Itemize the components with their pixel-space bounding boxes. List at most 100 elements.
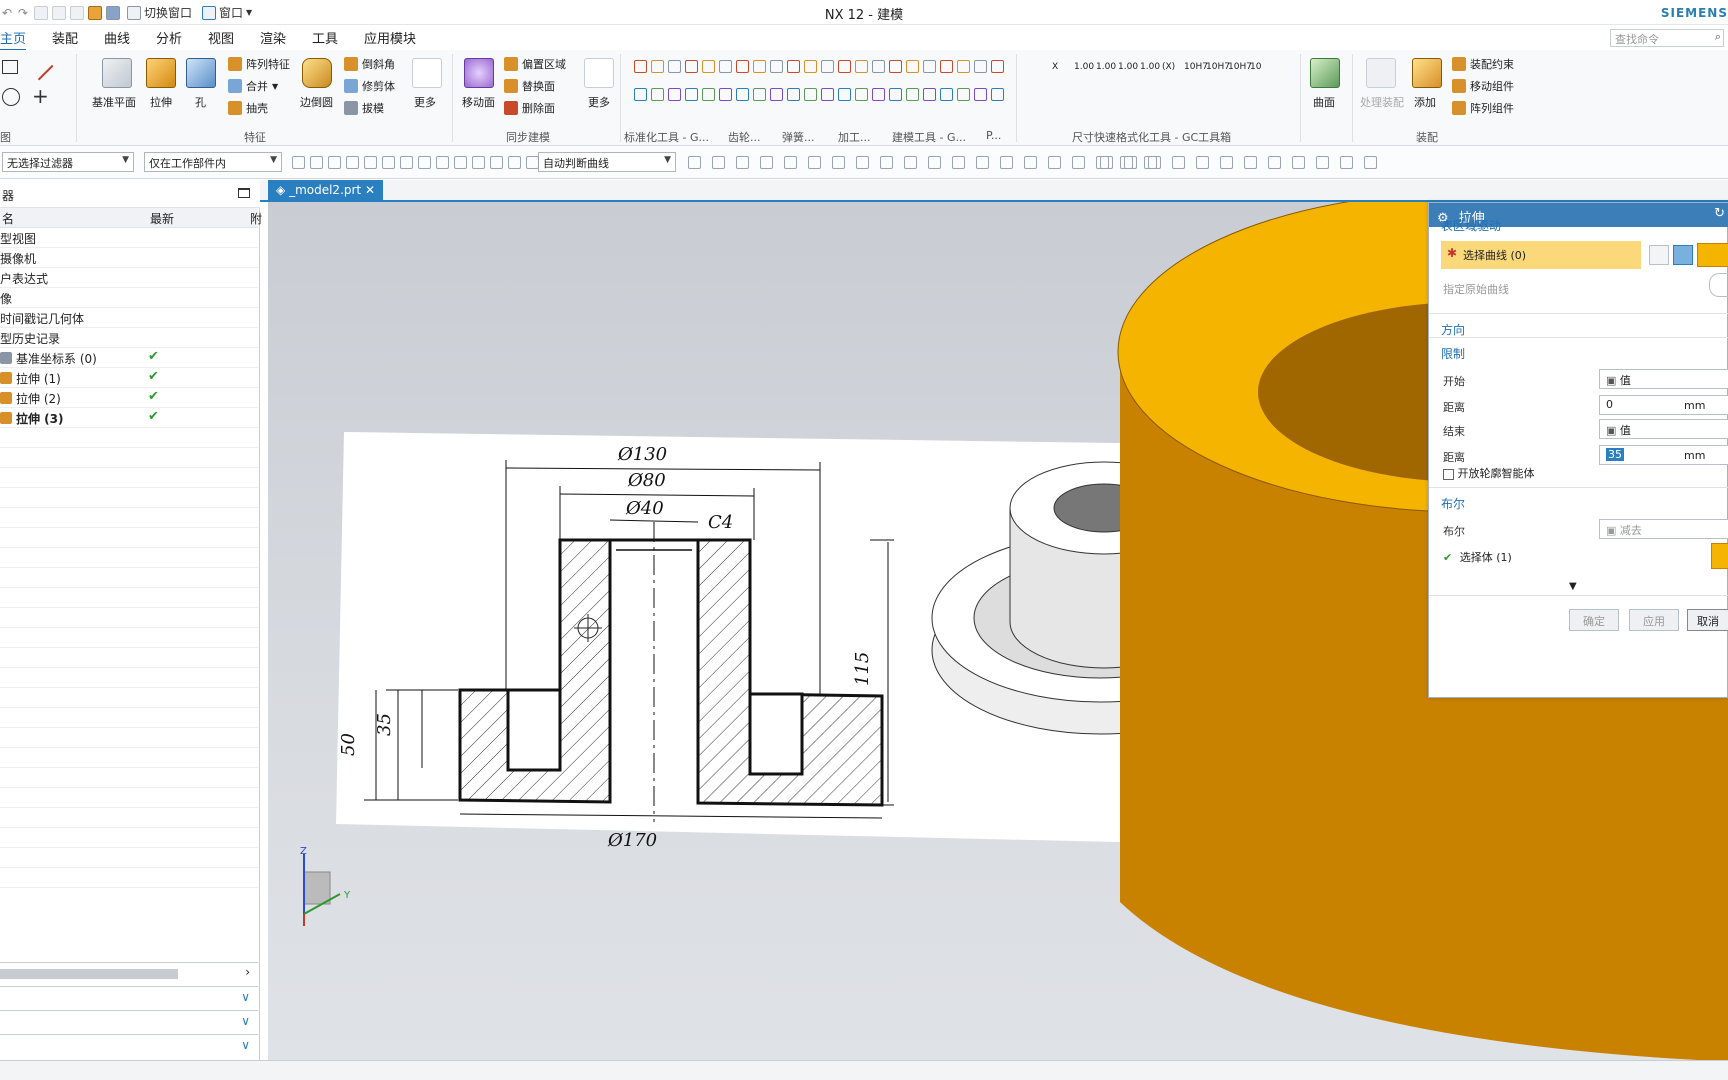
gc-tool-icon[interactable] xyxy=(889,60,902,73)
view-tool-icon[interactable] xyxy=(1220,156,1233,169)
boolean-select[interactable]: ▣ 减去 xyxy=(1599,519,1728,539)
draft-button[interactable]: 拔模 xyxy=(344,100,384,116)
datum-plane-button[interactable]: 基准平面 xyxy=(92,94,136,110)
gc-tool-icon[interactable] xyxy=(855,60,868,73)
snap-tool-icon[interactable] xyxy=(346,156,359,169)
snap-point-icon[interactable] xyxy=(1072,156,1085,169)
group-label-spring[interactable]: 弹簧... xyxy=(782,129,815,145)
curve-select-icon[interactable] xyxy=(1673,245,1693,265)
section-options-icon[interactable] xyxy=(1697,243,1728,267)
gc-tool-icon[interactable] xyxy=(651,60,664,73)
navigator-row[interactable]: 拉伸 (3) ✔ xyxy=(0,408,258,428)
move-face-icon[interactable] xyxy=(464,58,494,88)
start-option-select[interactable]: ▣ 值 xyxy=(1599,369,1728,389)
snap-point-icon[interactable] xyxy=(1024,156,1037,169)
gc-tool-icon[interactable] xyxy=(821,88,834,101)
dimension-format-button[interactable]: 10H7 xyxy=(1206,62,1230,72)
snap-point-icon[interactable] xyxy=(688,156,701,169)
offset-region-button[interactable]: 偏置区域 xyxy=(504,56,566,72)
snap-tool-icon[interactable] xyxy=(526,156,539,169)
gc-tool-icon[interactable] xyxy=(940,60,953,73)
section-drive-label[interactable]: 表区域驱动 xyxy=(1441,217,1501,234)
extrude-button[interactable]: 拉伸 xyxy=(150,94,172,110)
chevron-right-icon[interactable]: › xyxy=(245,965,250,979)
direction-section-label[interactable]: 方向 xyxy=(1441,321,1465,338)
add-component-button[interactable]: 添加 xyxy=(1414,94,1436,110)
add-component-icon[interactable] xyxy=(1412,58,1442,88)
shell-button[interactable]: 抽壳 xyxy=(228,100,268,116)
reset-icon[interactable]: ↻ xyxy=(1714,206,1725,221)
column-extra[interactable]: 附 xyxy=(250,210,262,227)
column-name[interactable]: 名 xyxy=(2,210,14,227)
snap-point-icon[interactable] xyxy=(1048,156,1061,169)
gc-tool-icon[interactable] xyxy=(804,60,817,73)
tab-render[interactable]: 渲染 xyxy=(260,28,286,47)
gc-tool-icon[interactable] xyxy=(923,88,936,101)
snap-tool-icon[interactable] xyxy=(472,156,485,169)
gc-tool-icon[interactable] xyxy=(889,88,902,101)
gc-tool-icon[interactable] xyxy=(923,60,936,73)
snap-tool-icon[interactable] xyxy=(328,156,341,169)
gc-tool-icon[interactable] xyxy=(753,88,766,101)
point-icon[interactable]: + xyxy=(32,84,49,108)
snap-point-icon[interactable] xyxy=(832,156,845,169)
gc-tool-icon[interactable] xyxy=(906,88,919,101)
select-body-icon[interactable] xyxy=(1711,543,1728,569)
snap-tool-icon[interactable] xyxy=(436,156,449,169)
curve-rule-select[interactable]: 自动判断曲线 ▼ xyxy=(538,152,676,172)
apply-button[interactable]: 应用 xyxy=(1629,609,1679,631)
group-label-modeling-tools[interactable]: 建模工具 - G... xyxy=(892,129,966,145)
close-icon[interactable]: ✕ xyxy=(365,183,375,197)
dimension-format-button[interactable]: (X) xyxy=(1162,62,1175,72)
move-component-button[interactable]: 移动组件 xyxy=(1452,78,1514,94)
group-label-dimension-tools[interactable]: 尺寸快速格式化工具 - GC工具箱 xyxy=(1072,129,1231,145)
tab-analysis[interactable]: 分析 xyxy=(156,28,182,47)
end-distance-input[interactable]: 35 mm xyxy=(1599,445,1728,465)
gc-tool-icon[interactable] xyxy=(838,60,851,73)
gc-tool-icon[interactable] xyxy=(974,60,987,73)
select-body-row[interactable]: ✔ 选择体 (1) xyxy=(1443,549,1512,565)
more-options-chevron-icon[interactable]: ▼ xyxy=(1569,581,1577,592)
view-tool-icon[interactable] xyxy=(1340,156,1353,169)
surface-button[interactable]: 曲面 xyxy=(1313,94,1335,110)
gc-tool-icon[interactable] xyxy=(957,60,970,73)
snap-tool-icon[interactable] xyxy=(292,156,305,169)
gc-tool-icon[interactable] xyxy=(719,88,732,101)
dimension-format-button[interactable]: X xyxy=(1052,62,1058,72)
snap-point-icon[interactable] xyxy=(760,156,773,169)
snap-tool-icon[interactable] xyxy=(400,156,413,169)
view-tool-icon[interactable] xyxy=(1196,156,1209,169)
gc-tool-icon[interactable] xyxy=(906,60,919,73)
group-label-machining[interactable]: 加工... xyxy=(838,129,871,145)
gc-tool-icon[interactable] xyxy=(991,88,1004,101)
ok-button[interactable]: 确定 xyxy=(1569,609,1619,631)
gc-tool-icon[interactable] xyxy=(838,88,851,101)
dimension-format-button[interactable]: 1.00 xyxy=(1140,62,1160,72)
tab-tools[interactable]: 工具 xyxy=(312,28,338,47)
gc-tool-icon[interactable] xyxy=(872,60,885,73)
selection-scope-select[interactable]: 仅在工作部件内 ▼ xyxy=(144,152,282,172)
edge-blend-icon[interactable] xyxy=(302,58,332,88)
pattern-component-button[interactable]: 阵列组件 xyxy=(1452,100,1514,116)
chamfer-button[interactable]: 倒斜角 xyxy=(344,56,395,72)
open-profile-checkbox[interactable] xyxy=(1443,468,1454,480)
chevron-down-icon[interactable]: ∨ xyxy=(241,1014,250,1028)
gc-tool-icon[interactable] xyxy=(651,88,664,101)
hole-icon[interactable] xyxy=(186,58,216,88)
dimension-format-button[interactable]: 1.00 xyxy=(1118,62,1138,72)
group-label-std-tools[interactable]: 标准化工具 - G... xyxy=(624,129,709,145)
gc-tool-icon[interactable] xyxy=(872,88,885,101)
snap-tool-icon[interactable] xyxy=(490,156,503,169)
snap-point-icon[interactable] xyxy=(880,156,893,169)
column-latest[interactable]: 最新 xyxy=(150,210,174,227)
navigator-row[interactable]: 型历史记录 xyxy=(0,328,258,348)
datum-plane-icon[interactable] xyxy=(102,58,132,88)
tab-assembly[interactable]: 装配 xyxy=(52,28,78,47)
open-profile-checkbox-row[interactable]: 开放轮廓智能体 xyxy=(1443,465,1535,481)
gc-tool-icon[interactable] xyxy=(685,88,698,101)
gc-tool-icon[interactable] xyxy=(770,88,783,101)
snap-tool-icon[interactable] xyxy=(454,156,467,169)
snap-tool-icon[interactable] xyxy=(310,156,323,169)
gc-tool-icon[interactable] xyxy=(753,60,766,73)
hole-button[interactable]: 孔 xyxy=(195,94,206,110)
